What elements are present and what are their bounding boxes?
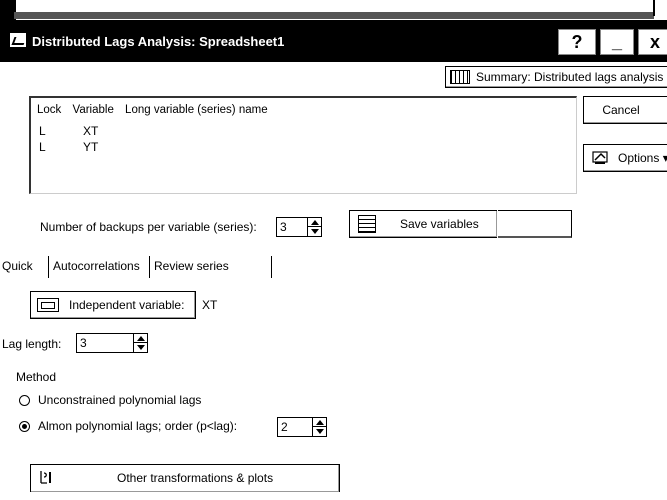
lag-length-label: Lag length: [2, 337, 62, 351]
stepper-arrows-icon[interactable] [307, 217, 321, 237]
summary-table-icon [450, 70, 470, 84]
variable-cell: XT [83, 124, 99, 138]
other-transformations-button[interactable]: Other transformations & plots [30, 464, 340, 492]
radio-unconstrained[interactable] [19, 395, 30, 406]
screen: Distributed Lags Analysis: Spreadsheet1 … [0, 0, 667, 500]
save-variables-icon [358, 215, 376, 233]
close-button[interactable]: x [638, 29, 667, 55]
lock-cell: L [39, 124, 46, 138]
stepper-arrows-icon[interactable] [133, 333, 147, 353]
almon-label: Almon polynomial lags; order (p<lag): [38, 419, 238, 433]
almon-order-stepper[interactable]: 2 [277, 417, 327, 437]
variable-cell: YT [83, 140, 99, 154]
stepper-arrows-icon[interactable] [312, 417, 326, 437]
unconstrained-label: Unconstrained polynomial lags [38, 393, 202, 407]
options-button-label: Options ▾ [618, 151, 667, 165]
minimize-button[interactable]: _ [600, 29, 634, 55]
radio-almon[interactable] [19, 421, 30, 432]
app-icon [10, 33, 26, 47]
save-variables-label: Save variables [400, 217, 479, 231]
header-lock: Lock [37, 104, 62, 116]
background-window-strip [0, 0, 667, 20]
lag-length-stepper[interactable]: 3 [76, 333, 148, 353]
header-long-name: Long variable (series) name [125, 104, 268, 116]
cancel-button[interactable]: Cancel [583, 96, 667, 124]
method-label: Method [16, 370, 57, 384]
title-bar: Distributed Lags Analysis: Spreadsheet1 … [0, 20, 667, 62]
options-icon [592, 151, 608, 164]
help-button[interactable]: ? [558, 29, 596, 55]
backups-stepper[interactable]: 3 [276, 217, 322, 237]
variable-list-header: Lock Variable Long variable (series) nam… [37, 104, 276, 116]
independent-variable-label: Independent variable: [69, 298, 185, 312]
list-item[interactable]: L XT [39, 124, 98, 138]
variable-list[interactable]: Lock Variable Long variable (series) nam… [29, 96, 577, 194]
lock-cell: L [39, 140, 46, 154]
other-transformations-label: Other transformations & plots [117, 471, 274, 485]
independent-variable-value: XT [202, 298, 218, 312]
options-button[interactable]: Options ▾ [583, 144, 667, 172]
tab-autocorrelations[interactable]: Autocorrelations [48, 256, 144, 278]
background-bar [14, 12, 654, 19]
window-title: Distributed Lags Analysis: Spreadsheet1 [32, 34, 285, 49]
tab-quick[interactable]: Quick [2, 256, 37, 278]
independent-variable-button[interactable]: Independent variable: [30, 291, 196, 319]
tab-end-divider [271, 256, 272, 278]
transform-icon [40, 471, 51, 484]
save-variables-extension [498, 210, 572, 238]
save-variables-button[interactable]: Save variables [349, 210, 497, 238]
tab-review-series[interactable]: Review series [149, 256, 233, 278]
list-item[interactable]: L YT [39, 140, 98, 154]
summary-button-label: Summary: Distributed lags analysis [476, 70, 664, 84]
almon-order-value: 2 [281, 420, 288, 434]
background-tick [653, 0, 655, 16]
summary-button[interactable]: Summary: Distributed lags analysis [445, 66, 667, 88]
lag-length-value: 3 [80, 336, 87, 350]
variable-select-icon [37, 298, 59, 312]
backups-value: 3 [280, 220, 287, 234]
dialog-body: Summary: Distributed lags analysis Lock … [0, 62, 667, 500]
backups-label: Number of backups per variable (series): [40, 220, 257, 234]
header-variable: Variable [72, 104, 114, 116]
